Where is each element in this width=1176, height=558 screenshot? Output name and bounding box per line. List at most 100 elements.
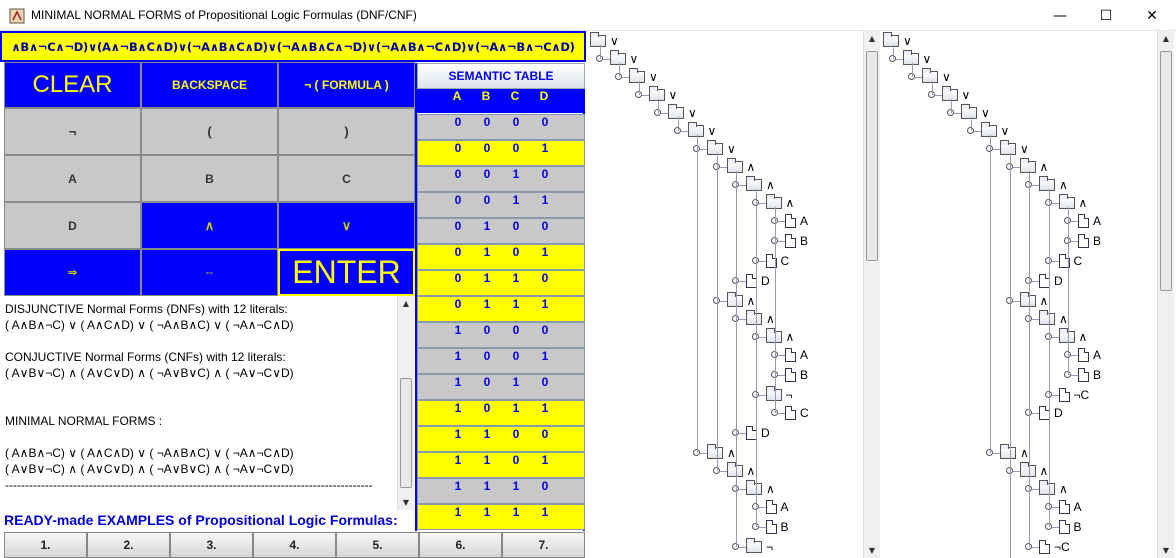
tree-node[interactable]: ∧ [1000, 444, 1029, 462]
tree-node[interactable]: D [1039, 272, 1063, 290]
tree-node[interactable]: ¬ [765, 386, 793, 404]
implies-button[interactable]: ⇒ [4, 249, 141, 296]
variable-a-button[interactable]: A [4, 155, 141, 202]
formula-display[interactable]: ∧B∧¬C∧¬D)∨(A∧¬B∧C∧D)∨(¬A∧B∧C∧D)∨(¬A∧B∧C∧… [0, 31, 586, 62]
tree-node[interactable]: B [785, 232, 808, 250]
tree-node[interactable]: ∨ [941, 86, 970, 104]
tree-node[interactable]: ∧ [765, 328, 794, 346]
and-button[interactable]: ∧ [141, 202, 278, 249]
enter-button[interactable]: ENTER [278, 249, 415, 296]
tree-node[interactable]: ∨ [961, 104, 990, 122]
tree-node[interactable]: B [765, 518, 789, 536]
tree-node[interactable]: B [785, 366, 808, 384]
tree-node[interactable]: ∧ [1019, 158, 1048, 176]
tree-node[interactable]: ∨ [883, 32, 912, 50]
tree-node[interactable]: ∨ [668, 104, 697, 122]
tree-node[interactable]: A [1078, 346, 1101, 364]
scroll-up-icon[interactable]: ▲ [398, 296, 414, 311]
tree-node[interactable]: D [1039, 404, 1063, 422]
tree-node[interactable]: ∨ [590, 32, 619, 50]
tree-node[interactable]: ¬C [1039, 538, 1070, 556]
example-button-2[interactable]: 2. [87, 532, 170, 558]
tree-node[interactable]: ∧ [765, 194, 794, 212]
lparen-button[interactable]: ( [141, 108, 278, 155]
variable-c-button[interactable]: C [278, 155, 415, 202]
output-scrollbar[interactable]: ▲ ▼ [397, 296, 414, 510]
scroll-down-icon[interactable]: ▼ [864, 543, 880, 558]
negate-formula-button[interactable]: ¬ ( FORMULA ) [278, 62, 415, 108]
tree-node[interactable]: A [1078, 212, 1101, 230]
scroll-down-icon[interactable]: ▼ [1158, 543, 1174, 558]
tree-node[interactable]: ∧ [707, 444, 736, 462]
tree-node[interactable]: ∧ [726, 158, 755, 176]
tree-node[interactable]: ∧ [726, 462, 755, 480]
tree-node[interactable]: B [1058, 518, 1082, 536]
tree-node[interactable]: ∨ [648, 86, 677, 104]
tree-node[interactable]: B [1078, 366, 1101, 384]
tree-node[interactable]: D [746, 272, 770, 290]
tree-node[interactable]: ∨ [629, 68, 658, 86]
close-button[interactable]: ✕ [1129, 0, 1175, 31]
tree-node[interactable]: ∨ [1000, 140, 1029, 158]
example-button-3[interactable]: 3. [170, 532, 253, 558]
tree-node[interactable]: ∨ [687, 122, 716, 140]
tree-node[interactable]: ∧ [1039, 176, 1068, 194]
tree-node[interactable]: ∧ [746, 176, 775, 194]
tree-node[interactable]: ∧ [1019, 462, 1048, 480]
tree-node[interactable]: ∨ [707, 140, 736, 158]
tree-node[interactable]: ∧ [1058, 194, 1087, 212]
maximize-button[interactable]: ☐ [1083, 0, 1129, 31]
scroll-down-icon[interactable]: ▼ [398, 495, 414, 510]
example-button-6[interactable]: 6. [419, 532, 502, 558]
tree-node[interactable]: ∧ [1039, 480, 1068, 498]
tree-node[interactable]: ∧ [1039, 310, 1068, 328]
scroll-up-icon[interactable]: ▲ [864, 31, 880, 46]
tree-node[interactable]: A [1058, 498, 1082, 516]
formula-tree-left[interactable]: ∨ ∨ ∨ ∨ ∨ ∨ ∨ ∧ ∧ ∧ A B C D ∧ ∧ ∧ A B ¬ C D ∧ ∧ ∧ A B ¬ [588, 31, 863, 558]
or-button[interactable]: ∨ [278, 202, 415, 249]
normal-forms-output[interactable]: DISJUNCTIVE Normal Forms (DNFs) with 12 … [4, 296, 397, 510]
tree-node[interactable]: B [1078, 232, 1101, 250]
tree-node[interactable]: D [746, 424, 770, 442]
scroll-thumb[interactable] [1160, 51, 1172, 291]
tree-node[interactable]: ∧ [746, 310, 775, 328]
tree-connector [1071, 355, 1078, 356]
tree-node[interactable]: ∨ [980, 122, 1009, 140]
example-button-5[interactable]: 5. [336, 532, 419, 558]
formula-tree-right[interactable]: ∨∨∨∨∨∨∨∧∧∧ABCD∧∧∧AB¬CD∧∧∧AB¬C¬D [881, 31, 1157, 558]
not-button[interactable]: ¬ [4, 108, 141, 155]
example-button-4[interactable]: 4. [253, 532, 336, 558]
tree-node[interactable]: ∧ [726, 292, 755, 310]
tree-node[interactable]: ∧ [746, 480, 775, 498]
backspace-button[interactable]: BACKSPACE [141, 62, 278, 108]
tree-node[interactable]: ¬ [746, 538, 773, 556]
title-bar: MINIMAL NORMAL FORMS of Propositional Lo… [0, 0, 1176, 31]
tree-node[interactable]: ∨ [902, 50, 931, 68]
iff-button[interactable]: ⇔ [141, 249, 278, 296]
example-button-7[interactable]: 7. [502, 532, 585, 558]
tree-node[interactable]: ∧ [1058, 328, 1087, 346]
tree-node[interactable]: C [1058, 252, 1082, 270]
variable-b-button[interactable]: B [141, 155, 278, 202]
tree-left-scrollbar[interactable]: ▲ ▼ [863, 31, 880, 558]
scroll-thumb[interactable] [400, 378, 412, 488]
clear-button[interactable]: CLEAR [4, 62, 141, 108]
tree-connector [778, 241, 785, 242]
folder-icon [687, 122, 704, 137]
variable-d-button[interactable]: D [4, 202, 141, 249]
rparen-button[interactable]: ) [278, 108, 415, 155]
tree-node[interactable]: A [785, 346, 808, 364]
tree-node[interactable]: A [785, 212, 808, 230]
tree-right-scrollbar[interactable]: ▲ ▼ [1157, 31, 1174, 558]
tree-node[interactable]: C [765, 252, 789, 270]
minimize-button[interactable]: — [1037, 0, 1083, 31]
tree-node[interactable]: ∨ [609, 50, 638, 68]
tree-node[interactable]: ∧ [1019, 292, 1048, 310]
tree-node[interactable]: A [765, 498, 789, 516]
tree-node[interactable]: C [785, 404, 809, 422]
scroll-up-icon[interactable]: ▲ [1158, 31, 1174, 46]
scroll-thumb[interactable] [866, 51, 878, 261]
example-button-1[interactable]: 1. [4, 532, 87, 558]
tree-node[interactable]: ¬C [1058, 386, 1089, 404]
tree-node[interactable]: ∨ [922, 68, 951, 86]
